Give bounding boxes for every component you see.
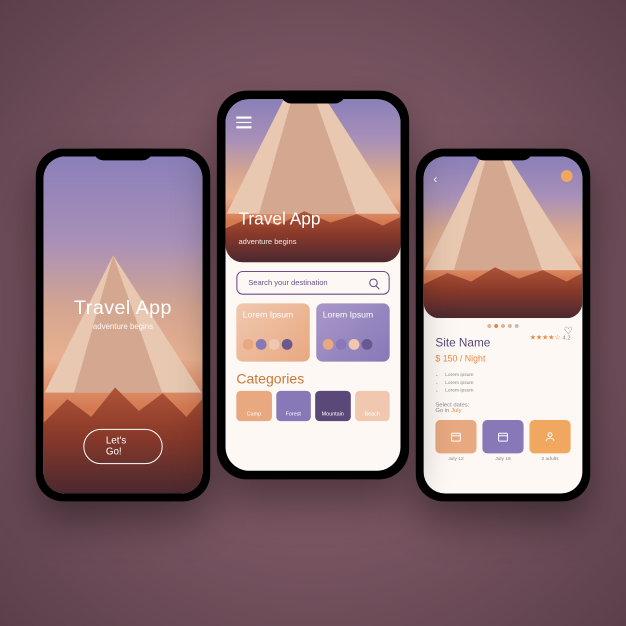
image-pager[interactable]: [424, 318, 583, 334]
category-camp[interactable]: Camp: [236, 391, 271, 421]
notch: [94, 149, 153, 161]
favorite-icon[interactable]: ♡: [564, 326, 573, 337]
app-subtitle: adventure begins: [44, 323, 203, 332]
phone-detail: ‹ ♡ Site Name ★★★★☆4.2 $ 150 / Night Lor…: [416, 149, 590, 502]
checkout-date: July 18: [482, 456, 523, 462]
search-icon: [369, 279, 378, 288]
price: $ 150 / Night: [435, 354, 570, 364]
site-name: Site Name: [435, 336, 490, 350]
phone-home: Travel App adventure begins Search your …: [217, 91, 409, 480]
detail-screen: ‹ ♡ Site Name ★★★★☆4.2 $ 150 / Night Lor…: [424, 156, 583, 493]
person-icon: [544, 431, 556, 443]
home-screen: Travel App adventure begins Search your …: [226, 99, 401, 471]
calendar-icon: [497, 431, 509, 443]
app-title: Travel App: [44, 298, 203, 321]
destination-card[interactable]: Lorem Ipsum: [236, 304, 309, 362]
category-forest[interactable]: Forest: [276, 391, 311, 421]
category-beach[interactable]: Beach: [355, 391, 390, 421]
destination-card[interactable]: Lorem Ipsum: [316, 304, 389, 362]
category-mountain[interactable]: Mountain: [315, 391, 350, 421]
detail-hero: ‹: [424, 156, 583, 318]
search-placeholder: Search your destination: [248, 279, 327, 287]
guests-count: 2 adults: [529, 456, 570, 462]
features-list: Lorem ipsum Lorem ipsum Lorem ipsum: [435, 371, 570, 395]
checkout-date-picker[interactable]: [482, 420, 523, 453]
notch: [281, 91, 346, 104]
app-subtitle: adventure begins: [238, 239, 296, 247]
categories-title: Categories: [226, 362, 401, 391]
go-in-month: Go in July: [435, 408, 570, 414]
list-item: Lorem ipsum: [445, 371, 570, 379]
back-icon[interactable]: ‹: [433, 172, 437, 186]
calendar-icon: [450, 431, 462, 443]
phone-splash: Travel App adventure begins Let's Go!: [36, 149, 210, 502]
app-title: Travel App: [238, 211, 320, 229]
checkin-date-picker[interactable]: [435, 420, 476, 453]
checkin-date: July 12: [435, 456, 476, 462]
avatar[interactable]: [561, 170, 573, 182]
list-item: Lorem ipsum: [445, 387, 570, 395]
guests-picker[interactable]: [529, 420, 570, 453]
hero-section: Travel App adventure begins: [226, 99, 401, 262]
list-item: Lorem ipsum: [445, 379, 570, 387]
splash-screen: Travel App adventure begins Let's Go!: [44, 156, 203, 493]
notch: [474, 149, 533, 161]
search-input[interactable]: Search your destination: [236, 271, 389, 295]
lets-go-button[interactable]: Let's Go!: [83, 429, 162, 464]
menu-icon[interactable]: [236, 117, 251, 128]
